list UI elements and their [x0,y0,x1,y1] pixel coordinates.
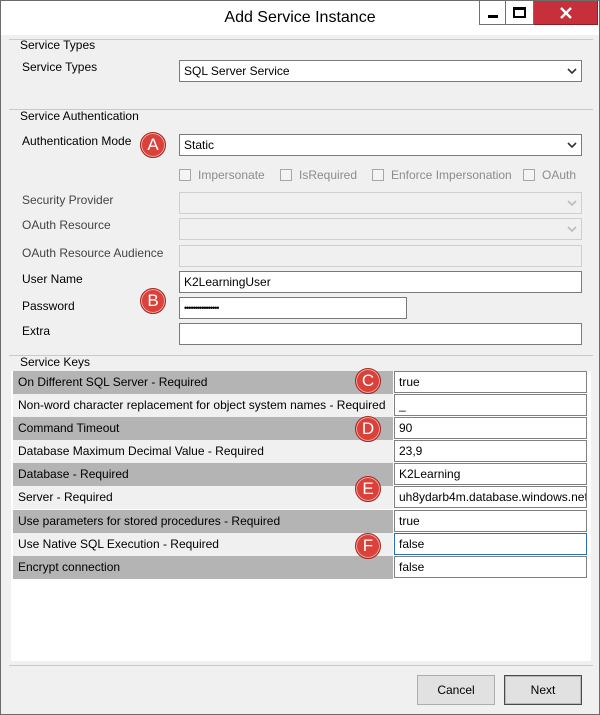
extra-field[interactable] [179,323,582,345]
password-label: Password [22,299,75,313]
impersonate-checkbox[interactable]: Impersonate [179,168,265,182]
chevron-down-icon [567,68,577,75]
service-key-name: Use Native SQL Execution - Required [13,533,393,556]
service-key-name: Database - Required [13,463,393,486]
service-key-row: Database Maximum Decimal Value - Require… [11,440,591,463]
service-keys-grid: On Different SQL Server - Required true … [11,371,591,661]
authentication-mode-value: Static [184,138,215,152]
enforce-impersonation-label: Enforce Impersonation [391,168,512,182]
service-key-value-field[interactable]: false [394,556,587,578]
service-key-value-field[interactable]: 23,9 [394,440,587,462]
cancel-button[interactable]: Cancel [417,675,495,705]
minimize-icon [487,15,498,18]
impersonate-label: Impersonate [198,168,265,182]
oauth-label: OAuth [542,168,577,182]
service-key-row: On Different SQL Server - Required true [11,371,591,394]
checkbox-box [179,169,191,181]
service-key-value-field[interactable]: true [394,371,587,393]
callout-marker-f: F [355,533,381,559]
service-key-name: Encrypt connection [13,556,393,579]
service-types-value: SQL Server Service [184,64,290,78]
oauth-resource-select [179,218,582,240]
security-provider-label: Security Provider [22,193,114,207]
divider [9,355,593,356]
service-key-name: On Different SQL Server - Required [13,371,393,394]
is-required-checkbox[interactable]: IsRequired [280,168,357,182]
checkbox-box [280,169,292,181]
service-types-label: Service Types [22,60,98,74]
security-provider-select [179,192,582,214]
service-key-value-field[interactable]: _ [394,394,587,416]
service-key-row: Use parameters for stored procedures - R… [11,510,591,533]
close-button[interactable] [534,1,598,25]
close-icon [559,6,572,19]
user-name-label: User Name [22,272,83,286]
oauth-resource-audience-label: OAuth Resource Audience [22,246,164,260]
callout-marker-a: A [140,132,166,158]
enforce-impersonation-checkbox[interactable]: Enforce Impersonation [372,168,512,182]
authentication-mode-label: Authentication Mode [22,134,132,148]
service-key-row: Server - Required uh8ydarb4m.database.wi… [11,486,591,509]
password-field[interactable]: •••••••••••••••• [179,297,407,319]
service-key-value-field[interactable]: K2Learning [394,463,587,485]
service-types-select[interactable]: SQL Server Service [179,60,582,82]
oauth-resource-audience-field [179,245,582,267]
callout-marker-c: C [355,368,381,394]
service-key-value-field[interactable]: true [394,510,587,532]
service-key-name: Command Timeout [13,417,393,440]
service-key-row: Command Timeout 90 [11,417,591,440]
service-key-row: Database - Required K2Learning [11,463,591,486]
service-key-value-field[interactable]: uh8ydarb4m.database.windows.net [394,486,587,508]
chevron-down-icon [567,142,577,149]
service-key-name: Non-word character replacement for objec… [13,394,393,417]
checkbox-box [523,169,535,181]
service-authentication-group-label: Service Authentication [20,109,139,123]
minimize-button[interactable] [479,1,506,25]
divider [9,39,593,40]
callout-marker-d: D [355,416,381,442]
extra-label: Extra [22,324,51,338]
is-required-label: IsRequired [299,168,358,182]
add-service-instance-dialog: Add Service Instance Service Types Servi… [0,0,600,715]
service-key-value-field[interactable]: false [394,533,587,555]
service-keys-group-label: Service Keys [20,355,91,369]
maximize-button[interactable] [506,1,534,25]
service-key-row: Non-word character replacement for objec… [11,394,591,417]
oauth-checkbox[interactable]: OAuth [523,168,576,182]
service-key-name: Database Maximum Decimal Value - Require… [13,440,393,463]
user-name-field[interactable]: K2LearningUser [179,271,582,293]
title-bar: Add Service Instance [1,1,599,35]
next-button[interactable]: Next [504,675,582,705]
service-key-row: Encrypt connection false [11,556,591,579]
chevron-down-icon [567,226,577,233]
checkbox-box [372,169,384,181]
maximize-icon [513,7,526,18]
chevron-down-icon [567,200,577,207]
service-key-name: Server - Required [13,486,393,509]
oauth-resource-label: OAuth Resource [22,218,111,232]
service-key-value-field[interactable]: 90 [394,417,587,439]
service-key-row: Use Native SQL Execution - Required fals… [11,533,591,556]
divider [9,665,593,666]
service-key-name: Use parameters for stored procedures - R… [13,510,393,533]
callout-marker-e: E [355,476,381,502]
callout-marker-b: B [140,288,166,314]
service-types-group-label: Service Types [20,38,96,52]
authentication-mode-select[interactable]: Static [179,134,582,156]
